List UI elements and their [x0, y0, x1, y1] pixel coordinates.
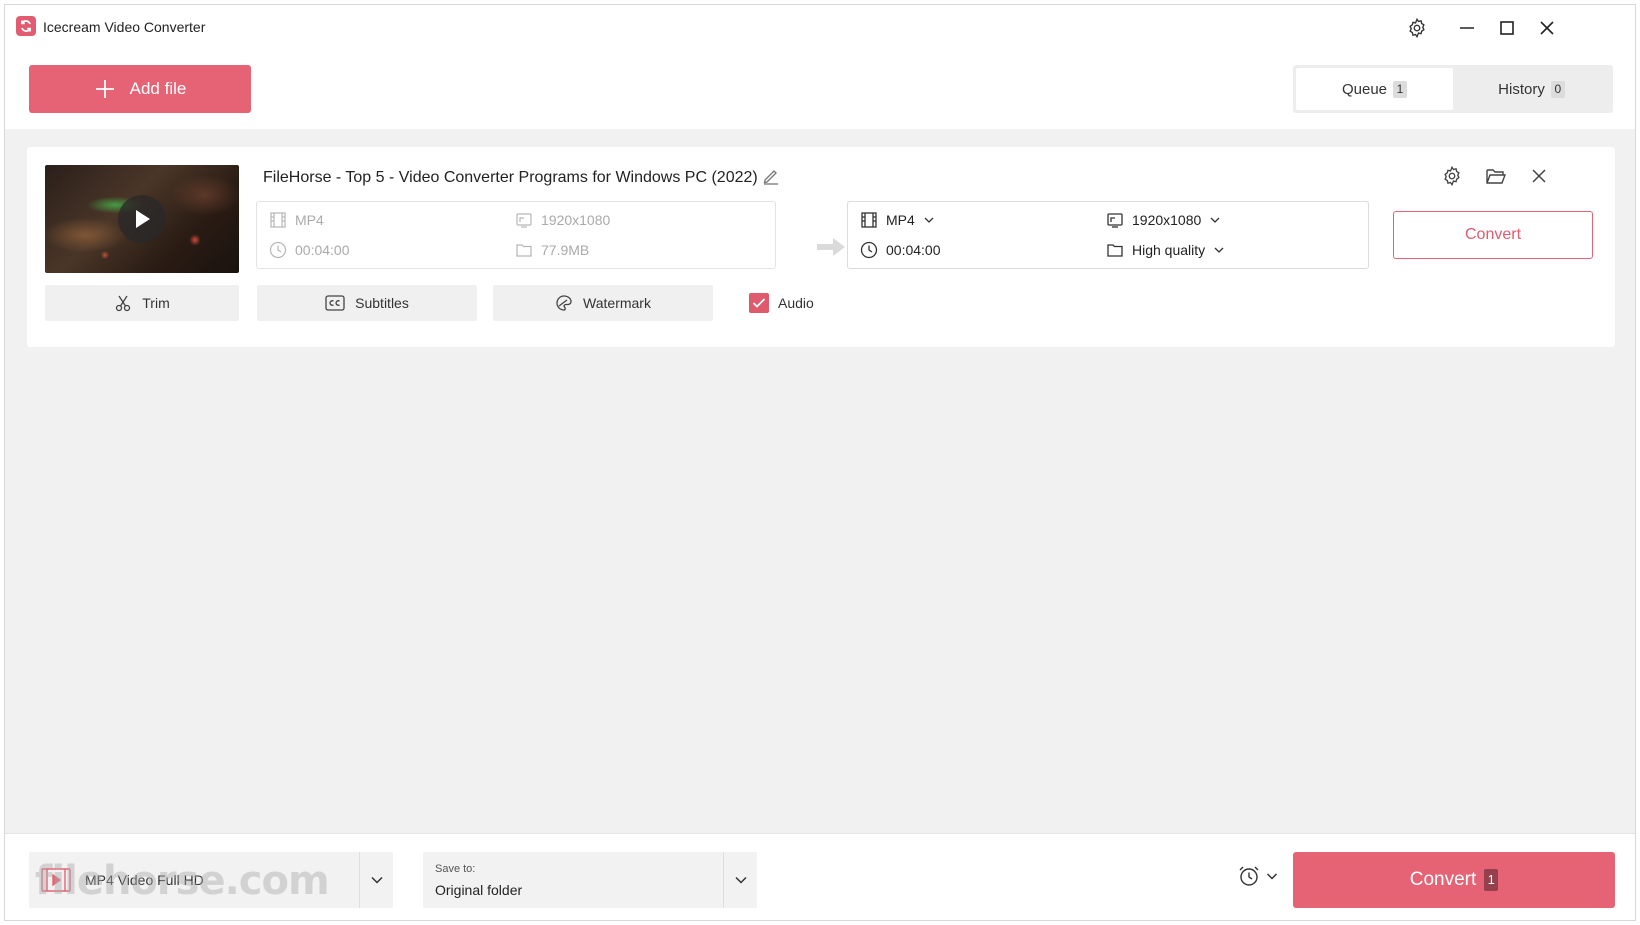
arrow-right-icon [815, 235, 847, 264]
convert-all-label: Convert [1409, 869, 1477, 890]
source-size-value: 77.9MB [541, 242, 590, 258]
preset-label: MP4 Video Full HD [85, 872, 204, 888]
convert-all-button[interactable]: Convert 1 [1293, 852, 1615, 908]
bottom-bar: MP4 Video Full HD filehorse.com Save to:… [5, 833, 1635, 920]
clock-icon [860, 241, 878, 259]
history-count-badge: 0 [1550, 80, 1565, 98]
save-to-dropdown[interactable]: Save to: Original folder [423, 852, 757, 908]
minimize-icon[interactable] [1452, 13, 1482, 43]
subtitles-label: Subtitles [355, 295, 409, 311]
chevron-down-icon [924, 217, 934, 223]
subtitles-button[interactable]: Subtitles [257, 285, 477, 321]
output-duration: 00:04:00 [860, 241, 941, 259]
folder-icon [516, 244, 532, 257]
queue-count-badge: 1 [1393, 80, 1408, 98]
app-window: Icecream Video Converter Add file Queue … [4, 4, 1636, 921]
plus-icon [95, 80, 114, 98]
film-icon [270, 212, 286, 228]
folder-icon [1107, 244, 1123, 257]
add-file-label: Add file [129, 79, 187, 98]
closed-captions-icon [325, 295, 345, 311]
remove-file-close-icon[interactable] [1524, 161, 1554, 191]
file-title: FileHorse - Top 5 - Video Converter Prog… [263, 169, 758, 186]
output-quality-dropdown[interactable]: High quality [1106, 241, 1225, 259]
video-thumbnail[interactable] [45, 165, 239, 273]
output-resolution-value: 1920x1080 [1132, 212, 1202, 228]
chevron-down-icon[interactable] [369, 872, 385, 893]
chevron-down-icon[interactable] [733, 872, 749, 893]
tab-history[interactable]: History 0 [1453, 68, 1610, 110]
app-title: Icecream Video Converter [43, 19, 206, 35]
palette-icon [556, 295, 572, 311]
chevron-down-icon [1266, 873, 1278, 880]
add-file-button[interactable]: Add file [29, 65, 251, 113]
checkbox-checked-icon[interactable] [749, 293, 769, 313]
trim-label: Trim [142, 295, 170, 311]
save-to-label: Save to: [435, 863, 476, 875]
play-icon[interactable] [118, 195, 166, 243]
audio-label: Audio [778, 295, 814, 311]
file-settings-gear-icon[interactable] [1437, 161, 1467, 191]
audio-checkbox[interactable]: Audio [749, 293, 814, 313]
source-size: 77.9MB [515, 241, 589, 259]
scissors-icon [116, 295, 131, 312]
chevron-down-icon [1214, 247, 1224, 253]
source-duration-value: 00:04:00 [295, 242, 350, 258]
chevron-down-icon [1210, 217, 1220, 223]
convert-count-badge: 1 [1484, 869, 1499, 891]
schedule-button[interactable] [1237, 864, 1279, 888]
alarm-clock-icon [1239, 866, 1259, 886]
resolution-icon [1107, 213, 1123, 228]
view-tabs: Queue 1 History 0 [1293, 65, 1613, 113]
tab-queue-label: Queue [1341, 80, 1388, 98]
convert-file-button[interactable]: Convert [1393, 211, 1593, 259]
preset-dropdown[interactable]: MP4 Video Full HD filehorse.com [29, 852, 393, 908]
film-icon [861, 212, 877, 228]
trim-button[interactable]: Trim [45, 285, 239, 321]
output-quality-value: High quality [1132, 242, 1206, 258]
output-duration-value: 00:04:00 [886, 242, 941, 258]
title-bar: Icecream Video Converter [5, 5, 1635, 49]
close-window-icon[interactable] [1532, 13, 1562, 43]
source-format: MP4 [269, 211, 324, 229]
output-settings-box: MP4 1920x1080 00:04:00 High quality [847, 201, 1369, 269]
watermark-label: Watermark [583, 295, 651, 311]
source-format-value: MP4 [295, 212, 324, 228]
divider [359, 852, 360, 908]
source-resolution: 1920x1080 [515, 211, 610, 229]
settings-gear-icon[interactable] [1402, 13, 1432, 43]
output-format-dropdown[interactable]: MP4 [860, 211, 935, 229]
video-preset-icon [41, 868, 71, 897]
tab-queue[interactable]: Queue 1 [1296, 68, 1453, 110]
edit-pencil-icon[interactable] [762, 167, 780, 190]
tab-history-label: History [1498, 80, 1545, 98]
save-to-value: Original folder [435, 882, 523, 898]
source-resolution-value: 1920x1080 [541, 212, 611, 228]
toolbar: Add file Queue 1 History 0 [5, 49, 1635, 129]
source-duration: 00:04:00 [269, 241, 350, 259]
divider [723, 852, 724, 908]
file-card: FileHorse - Top 5 - Video Converter Prog… [27, 147, 1615, 347]
maximize-icon[interactable] [1492, 13, 1522, 43]
source-info-box: MP4 1920x1080 00:04:00 77.9MB [256, 201, 776, 269]
watermark-button[interactable]: Watermark [493, 285, 713, 321]
app-logo-icon [16, 16, 36, 36]
clock-icon [269, 241, 287, 259]
resolution-icon [516, 213, 532, 228]
open-folder-icon[interactable] [1481, 161, 1511, 191]
output-format-value: MP4 [886, 212, 915, 228]
output-resolution-dropdown[interactable]: 1920x1080 [1106, 211, 1221, 229]
